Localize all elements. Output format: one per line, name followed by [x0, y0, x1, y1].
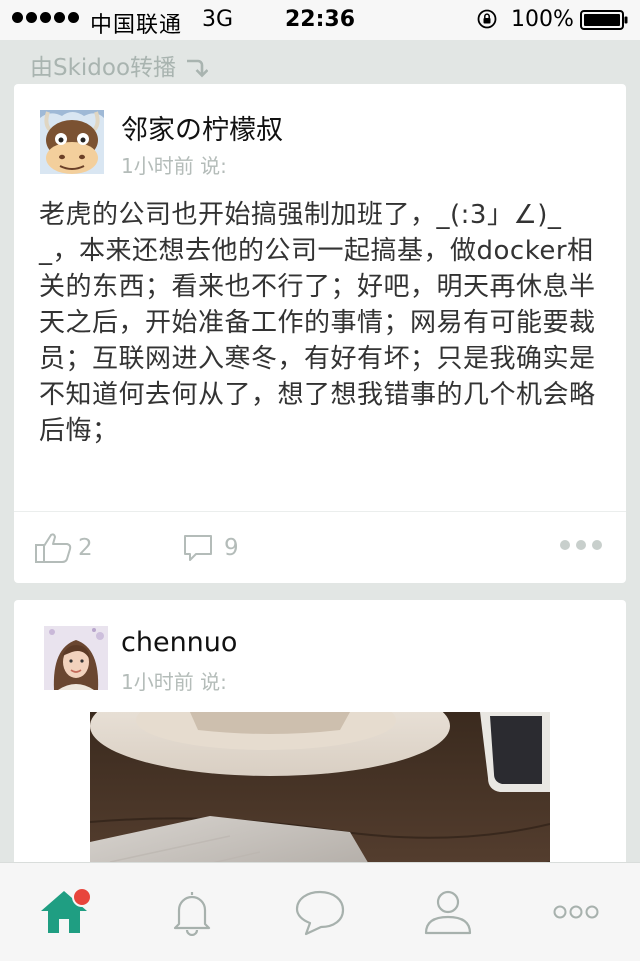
author-name[interactable]: chennuo	[121, 627, 237, 658]
tab-messages[interactable]	[256, 863, 384, 961]
tab-more[interactable]	[512, 863, 640, 961]
tab-home[interactable]	[0, 863, 128, 961]
more-dot	[560, 540, 570, 550]
status-bar: 中国联通 3G 22:36 100%	[0, 0, 640, 40]
avatar[interactable]	[44, 626, 108, 690]
person-icon	[424, 890, 472, 935]
bell-icon	[173, 892, 211, 936]
forwarded-by-label[interactable]: 由Skidoo转播	[30, 48, 209, 82]
more-dot	[592, 540, 602, 550]
author-name[interactable]: 邻家の柠檬叔	[121, 108, 283, 147]
rotation-lock-icon	[477, 9, 497, 29]
tab-notifications[interactable]	[128, 863, 256, 961]
more-dots-icon	[553, 905, 599, 919]
comment-button[interactable]: 9	[182, 532, 239, 564]
thumbs-up-icon	[35, 533, 72, 563]
battery-icon	[580, 10, 628, 30]
cow-avatar-image	[40, 110, 104, 174]
tab-profile[interactable]	[384, 863, 512, 961]
comment-count: 9	[224, 535, 239, 561]
post-timestamp: 1小时前 说:	[121, 670, 227, 694]
post-card[interactable]: chennuo 1小时前 说:	[14, 600, 626, 900]
post-card[interactable]: 邻家の柠檬叔 1小时前 说: 老虎的公司也开始搞强制加班了，_(:3」∠)__，…	[14, 84, 626, 583]
post-more-options-button[interactable]	[560, 540, 602, 550]
post-timestamp: 1小时前 说:	[121, 154, 227, 178]
tab-bar	[0, 862, 640, 961]
notification-badge	[72, 887, 92, 907]
comment-icon	[184, 535, 212, 561]
like-button[interactable]: 2	[34, 532, 93, 564]
post-body-text: 老虎的公司也开始搞强制加班了，_(:3」∠)__，本来还想去他的公司一起搞基，做…	[39, 200, 596, 446]
forward-arrow-icon	[187, 59, 209, 78]
avatar[interactable]	[40, 110, 104, 174]
battery-percentage: 100%	[511, 7, 574, 32]
forwarded-by-text: 由Skidoo转播	[30, 55, 177, 81]
portrait-avatar-image	[44, 626, 108, 690]
like-count: 2	[78, 535, 93, 561]
post-action-bar: 2 9	[14, 512, 626, 583]
chat-bubble-icon	[295, 890, 345, 936]
more-dot	[576, 540, 586, 550]
